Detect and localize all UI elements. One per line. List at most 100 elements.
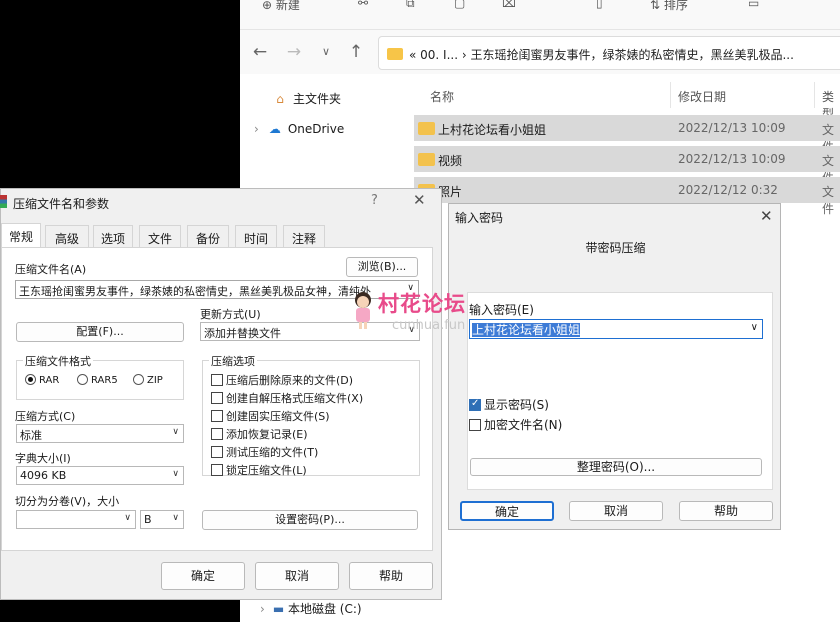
update-mode-value: 添加并替换文件 bbox=[204, 327, 281, 340]
help-button[interactable]: 帮助 bbox=[679, 501, 773, 521]
dictionary-select[interactable]: 4096 KB ∨ bbox=[16, 466, 184, 485]
tab-files[interactable]: 文件 bbox=[139, 225, 181, 247]
password-input[interactable]: 上村花论坛看小姐姐 ∨ bbox=[469, 319, 763, 339]
cut-icon[interactable]: ⚯ bbox=[358, 0, 368, 10]
split-unit-select[interactable]: B ∨ bbox=[140, 510, 184, 529]
checkbox-box bbox=[469, 419, 481, 431]
archive-settings-dialog: 压缩文件名和参数 ? ✕ 常规 高级 选项 文件 备份 时间 注释 压缩文件名(… bbox=[0, 188, 442, 600]
tab-backup[interactable]: 备份 bbox=[187, 225, 229, 247]
forward-arrow-icon[interactable]: → bbox=[282, 40, 306, 64]
chevron-right-icon: › bbox=[260, 602, 265, 616]
organize-passwords-button[interactable]: 整理密码(O)... bbox=[470, 458, 762, 476]
dictionary-label: 字典大小(I) bbox=[15, 452, 71, 465]
folder-icon bbox=[418, 153, 435, 166]
recovery-record-checkbox[interactable]: 添加恢复记录(E) bbox=[211, 426, 308, 442]
password-heading: 带密码压缩 bbox=[585, 241, 646, 255]
method-select[interactable]: 标准 ∨ bbox=[16, 424, 184, 443]
ok-button[interactable]: 确定 bbox=[161, 562, 245, 590]
winrar-icon bbox=[0, 195, 7, 208]
file-date: 2022/12/13 10:09 bbox=[678, 152, 786, 166]
tab-options[interactable]: 选项 bbox=[93, 225, 133, 247]
sfx-checkbox[interactable]: 创建自解压格式压缩文件(X) bbox=[211, 390, 363, 406]
delete-icon[interactable]: ▯ bbox=[596, 0, 603, 10]
archive-format-group: 压缩文件格式 RAR RAR5 ZIP bbox=[16, 353, 184, 400]
split-size-input[interactable]: ∨ bbox=[16, 510, 136, 529]
column-separator[interactable] bbox=[814, 82, 815, 108]
address-bar[interactable]: « 00. I... › 王东瑶抢闺蜜男友事件，绿茶婊的私密情史，黑丝美乳极品.… bbox=[378, 36, 840, 70]
checkbox-label: 创建固实压缩文件(S) bbox=[226, 410, 330, 423]
radio-circle bbox=[133, 374, 144, 385]
sort-button[interactable]: ⇅ 排序 bbox=[650, 0, 688, 13]
checkbox-label: 加密文件名(N) bbox=[484, 418, 563, 432]
cancel-button[interactable]: 取消 bbox=[569, 501, 663, 521]
help-button[interactable]: 帮助 bbox=[349, 562, 433, 590]
ok-button[interactable]: 确定 bbox=[460, 501, 554, 521]
password-dialog-title: 输入密码 bbox=[455, 211, 504, 225]
back-arrow-icon[interactable]: ← bbox=[248, 40, 272, 64]
set-password-button[interactable]: 设置密码(P)... bbox=[202, 510, 418, 530]
lock-archive-checkbox[interactable]: 锁定压缩文件(L) bbox=[211, 462, 307, 478]
nav-item-home[interactable]: ⌂ 主文件夹 bbox=[272, 90, 341, 107]
rename-icon[interactable]: ⌧ bbox=[502, 0, 516, 10]
watermark-url: cunhua.fun bbox=[392, 318, 466, 333]
password-dialog: 输入密码 ✕ 带密码压缩 输入密码(E) 上村花论坛看小姐姐 ∨ 显示密码(S)… bbox=[448, 203, 781, 530]
archive-format-title: 压缩文件格式 bbox=[23, 353, 93, 369]
nav-item-onedrive[interactable]: › ☁ OneDrive bbox=[254, 122, 344, 136]
show-password-checkbox[interactable]: 显示密码(S) bbox=[469, 396, 549, 413]
delete-after-checkbox[interactable]: 压缩后删除原来的文件(D) bbox=[211, 372, 353, 388]
split-volumes-label: 切分为分卷(V)，大小 bbox=[15, 495, 120, 508]
column-separator[interactable] bbox=[670, 82, 671, 108]
radio-circle bbox=[25, 374, 36, 385]
copy-icon[interactable]: ⧉ bbox=[406, 0, 415, 11]
checkbox-box bbox=[469, 398, 481, 411]
encrypt-names-checkbox[interactable]: 加密文件名(N) bbox=[469, 416, 562, 433]
checkbox-box bbox=[211, 410, 223, 422]
recent-chevron-icon[interactable]: ∨ bbox=[314, 40, 338, 64]
chevron-down-icon[interactable]: ∨ bbox=[751, 322, 758, 333]
home-icon: ⌂ bbox=[276, 92, 284, 106]
solid-checkbox[interactable]: 创建固实压缩文件(S) bbox=[211, 408, 330, 424]
update-mode-select[interactable]: 添加并替换文件 ∨ bbox=[200, 322, 420, 341]
tab-time[interactable]: 时间 bbox=[235, 225, 277, 247]
tab-advanced[interactable]: 高级 bbox=[45, 225, 89, 247]
method-value: 标准 bbox=[20, 429, 42, 442]
chevron-down-icon: ∨ bbox=[172, 513, 179, 523]
address-path: « 00. I... › 王东瑶抢闺蜜男友事件，绿茶婊的私密情史，黑丝美乳极品.… bbox=[409, 48, 794, 62]
new-button[interactable]: ⊕ 新建 bbox=[262, 0, 300, 13]
checkbox-box bbox=[211, 446, 223, 458]
file-list-header: 名称 修改日期 类型 bbox=[412, 80, 840, 121]
checkbox-box bbox=[211, 428, 223, 440]
format-rar5-radio[interactable]: RAR5 bbox=[77, 374, 118, 386]
nav-label: 本地磁盘 (C:) bbox=[287, 602, 362, 616]
checkbox-label: 锁定压缩文件(L) bbox=[226, 464, 307, 477]
paste-icon[interactable]: ▢ bbox=[454, 0, 465, 10]
view-button[interactable]: ▭ bbox=[748, 0, 759, 10]
column-date[interactable]: 修改日期 bbox=[678, 88, 726, 105]
radio-label: RAR bbox=[39, 375, 60, 386]
up-arrow-icon[interactable]: ↑ bbox=[344, 40, 368, 64]
checkbox-label: 创建自解压格式压缩文件(X) bbox=[226, 392, 364, 405]
nav-item-local-disk[interactable]: › ▬ 本地磁盘 (C:) bbox=[260, 600, 362, 617]
format-rar-radio[interactable]: RAR bbox=[25, 374, 59, 386]
format-zip-radio[interactable]: ZIP bbox=[133, 374, 163, 386]
test-files-checkbox[interactable]: 测试压缩的文件(T) bbox=[211, 444, 318, 460]
tab-comment[interactable]: 注释 bbox=[283, 225, 325, 247]
dialog-titlebar[interactable]: 压缩文件名和参数 ? ✕ bbox=[0, 189, 441, 215]
tab-general[interactable]: 常规 bbox=[1, 223, 41, 247]
help-icon[interactable]: ? bbox=[371, 193, 378, 208]
file-date: 2022/12/12 0:32 bbox=[678, 183, 778, 197]
checkbox-label: 测试压缩的文件(T) bbox=[226, 446, 319, 459]
file-row[interactable]: 视频 2022/12/13 10:09 文件 bbox=[414, 146, 840, 185]
file-row[interactable]: 照片 2022/12/12 0:32 文件 bbox=[414, 177, 840, 216]
file-row[interactable]: 上村花论坛看小姐姐 2022/12/13 10:09 文件 bbox=[414, 115, 840, 154]
close-icon[interactable]: ✕ bbox=[413, 191, 426, 209]
profiles-button[interactable]: 配置(F)... bbox=[16, 322, 184, 342]
close-icon[interactable]: ✕ bbox=[760, 207, 773, 225]
watermark-mascot-icon bbox=[355, 292, 371, 329]
browse-button[interactable]: 浏览(B)... bbox=[346, 257, 418, 277]
sort-label: 排序 bbox=[663, 0, 688, 12]
file-type: 文件 bbox=[822, 185, 835, 216]
column-name[interactable]: 名称 bbox=[430, 88, 454, 105]
split-unit-value: B bbox=[144, 513, 152, 526]
cancel-button[interactable]: 取消 bbox=[255, 562, 339, 590]
